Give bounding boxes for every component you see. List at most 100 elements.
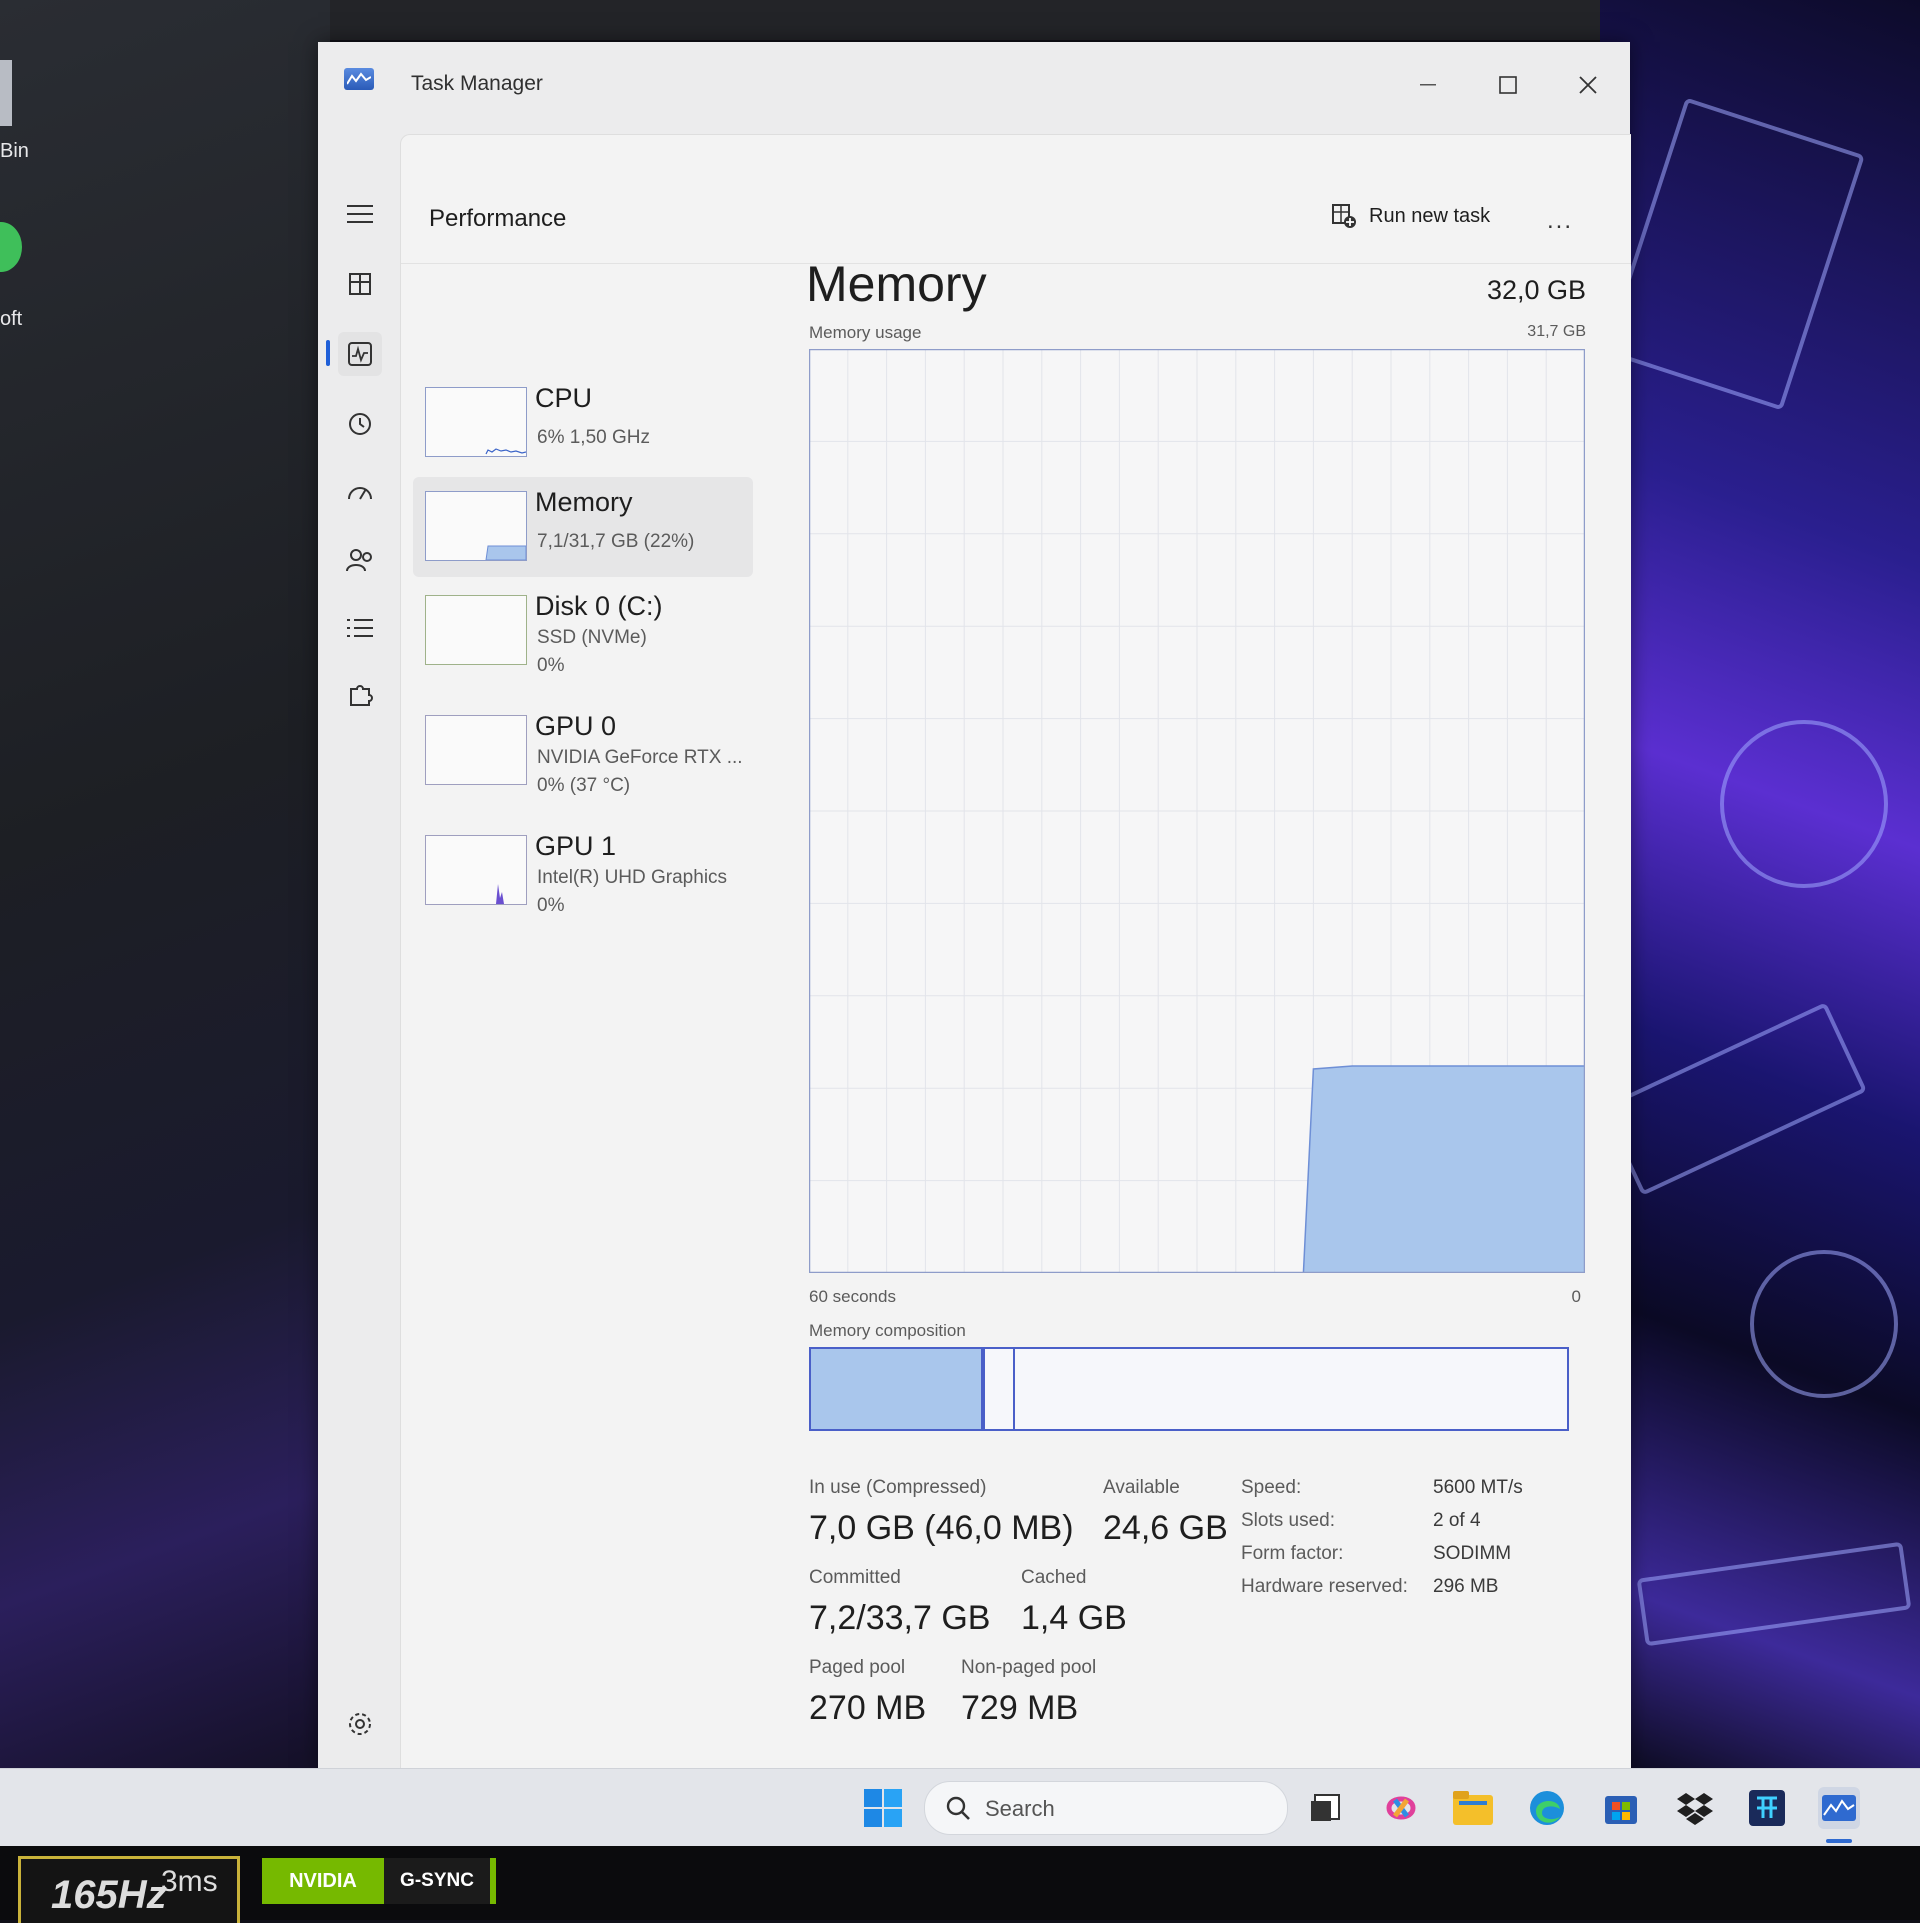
committed-label: Committed — [809, 1567, 901, 1588]
predator-sense-icon[interactable] — [1746, 1787, 1788, 1829]
maximize-button[interactable] — [1478, 60, 1538, 110]
minimize-button[interactable] — [1398, 60, 1458, 110]
resource-detail: SSD (NVMe) — [537, 627, 647, 648]
nav-performance[interactable] — [338, 332, 382, 376]
in-use-value: 7,0 GB (46,0 MB) — [809, 1509, 1074, 1547]
memory-composition-bar[interactable] — [809, 1347, 1569, 1431]
hamburger-menu-button[interactable] — [338, 192, 382, 236]
details-list-icon — [347, 619, 373, 637]
memory-usage-point — [1351, 1065, 1353, 1067]
cached-label: Cached — [1021, 1567, 1087, 1588]
recycle-bin-icon[interactable] — [0, 60, 12, 126]
resource-name: CPU — [535, 383, 593, 413]
performance-icon — [348, 342, 372, 366]
memory-usage-point — [1506, 1065, 1508, 1067]
nav-settings[interactable] — [338, 1702, 382, 1746]
form-factor-label: Form factor: — [1241, 1543, 1344, 1564]
memory-usage-graph — [809, 349, 1585, 1273]
memory-usage-point — [1468, 1065, 1470, 1067]
run-new-task-label: Run new task — [1369, 204, 1491, 227]
hamburger-icon — [347, 205, 373, 223]
memory-usage-point — [1429, 1065, 1431, 1067]
cpu-thumbnail-graph — [425, 387, 527, 457]
more-options-button[interactable]: ... — [1547, 207, 1573, 235]
taskbar-search-box[interactable]: Search — [924, 1781, 1288, 1835]
file-explorer-icon[interactable] — [1452, 1787, 1494, 1829]
paged-pool-label: Paged pool — [809, 1657, 906, 1678]
task-manager-app-icon — [344, 68, 374, 90]
nav-processes[interactable] — [338, 262, 382, 306]
non-paged-pool-value: 729 MB — [961, 1689, 1079, 1727]
edge-browser-icon[interactable] — [1526, 1787, 1568, 1829]
composition-in-use[interactable] — [811, 1349, 983, 1429]
processes-icon — [349, 273, 371, 295]
resource-detail: 0% (37 °C) — [537, 775, 631, 796]
active-nav-indicator — [326, 340, 330, 366]
task-manager-window: Task Manager Performance Run new task ..… — [318, 42, 1631, 1769]
paged-pool-value: 270 MB — [809, 1689, 927, 1727]
task-manager-taskbar-icon[interactable] — [1818, 1787, 1860, 1829]
copilot-icon[interactable] — [1380, 1787, 1422, 1829]
dropbox-icon[interactable] — [1674, 1787, 1716, 1829]
nvidia-logo-text: NVIDIA — [262, 1858, 384, 1904]
services-puzzle-icon — [350, 685, 373, 706]
composition-modified[interactable] — [983, 1349, 1015, 1429]
memory-usage-area — [1302, 1065, 1585, 1273]
memory-usage-point — [1545, 1065, 1547, 1067]
gsync-text: G-SYNC — [400, 1870, 474, 1891]
hardware-reserved-value: 296 MB — [1433, 1576, 1499, 1597]
in-use-label: In use (Compressed) — [809, 1477, 987, 1498]
memory-usage-max: 31,7 GB — [1527, 323, 1586, 340]
maximize-icon — [1499, 76, 1517, 94]
graph-axis-left-label: 60 seconds — [809, 1287, 896, 1306]
committed-value: 7,2/33,7 GB — [809, 1599, 991, 1637]
slots-used-label: Slots used: — [1241, 1510, 1335, 1531]
memory-usage-point — [1312, 1068, 1314, 1070]
resource-detail: 7,1/31,7 GB (22%) — [537, 531, 695, 552]
task-view-icon[interactable] — [1304, 1787, 1346, 1829]
desktop-icon-label: Bin — [0, 140, 29, 162]
speed-label: Speed: — [1241, 1477, 1302, 1498]
minimize-icon — [1420, 84, 1436, 86]
memory-composition-label: Memory composition — [809, 1321, 966, 1340]
nvidia-gsync-sticker: NVIDIA G-SYNC — [262, 1858, 496, 1904]
form-factor-value: SODIMM — [1433, 1543, 1512, 1564]
memory-usage-point — [1390, 1065, 1392, 1067]
resource-item-memory[interactable]: Memory 7,1/31,7 GB (22%) — [413, 477, 753, 577]
resource-name: Disk 0 (C:) — [535, 591, 663, 621]
resource-detail: NVIDIA GeForce RTX ... — [537, 747, 743, 768]
nav-app-history[interactable] — [338, 402, 382, 446]
memory-heading: Memory — [806, 256, 987, 312]
desktop-icon-label: oft — [0, 308, 23, 330]
resource-detail: 6% 1,50 GHz — [537, 427, 650, 448]
nav-details[interactable] — [338, 606, 382, 650]
resource-item-gpu1[interactable]: GPU 1 Intel(R) UHD Graphics 0% — [413, 821, 753, 921]
run-new-task-button[interactable]: Run new task — [1331, 203, 1490, 229]
nav-services[interactable] — [338, 674, 382, 718]
refresh-rate-sticker: 165Hz 3ms — [18, 1856, 240, 1923]
microsoft-store-icon[interactable] — [1600, 1787, 1642, 1829]
resource-name: GPU 1 — [535, 831, 617, 861]
nav-startup-apps[interactable] — [338, 470, 382, 514]
header-divider — [401, 263, 1631, 264]
resource-item-cpu[interactable]: CPU 6% 1,50 GHz — [413, 373, 753, 473]
graph-axis-right-label: 0 — [1571, 1287, 1581, 1306]
cached-value: 1,4 GB — [1021, 1599, 1127, 1637]
search-icon — [946, 1796, 970, 1820]
resource-detail: Intel(R) UHD Graphics — [537, 867, 728, 888]
close-button[interactable] — [1558, 60, 1618, 110]
hardware-reserved-label: Hardware reserved: — [1241, 1576, 1408, 1597]
search-placeholder: Search — [985, 1796, 1055, 1821]
composition-standby-free[interactable] — [1015, 1349, 1567, 1429]
start-button[interactable] — [862, 1787, 904, 1829]
active-app-indicator — [1826, 1839, 1852, 1843]
desktop-wallpaper-right — [1600, 0, 1920, 1770]
title-bar[interactable]: Task Manager — [318, 42, 1630, 134]
resource-detail: 0% — [537, 895, 565, 916]
available-label: Available — [1103, 1477, 1180, 1498]
speed-value: 5600 MT/s — [1433, 1477, 1523, 1498]
resource-item-disk[interactable]: Disk 0 (C:) SSD (NVMe) 0% — [413, 581, 753, 681]
users-icon — [346, 549, 372, 572]
nav-users[interactable] — [338, 538, 382, 582]
resource-item-gpu0[interactable]: GPU 0 NVIDIA GeForce RTX ... 0% (37 °C) — [413, 701, 753, 801]
